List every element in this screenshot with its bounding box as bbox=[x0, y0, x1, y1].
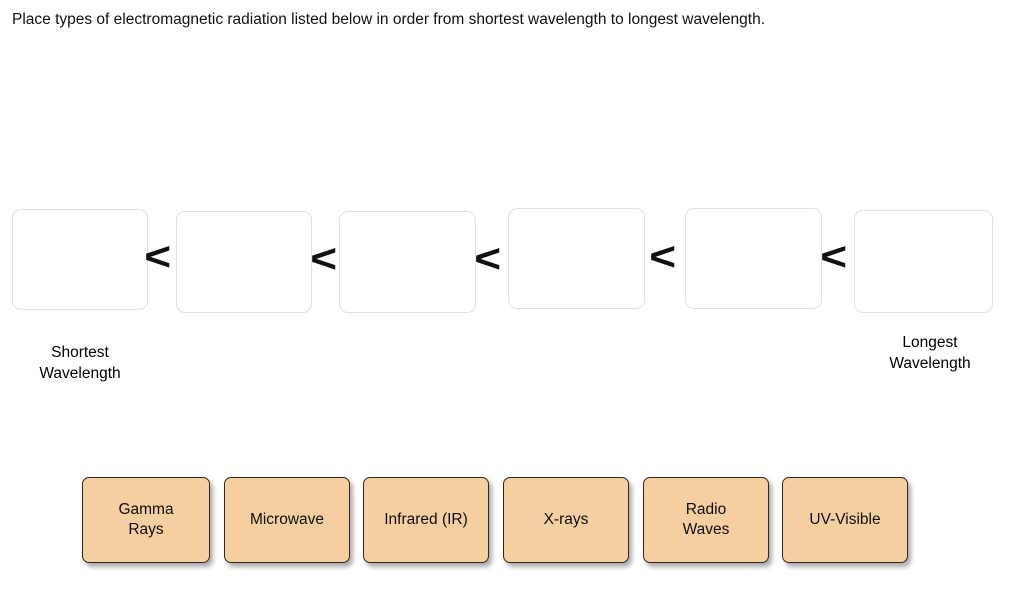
answer-tile-label-line1: Radio bbox=[685, 501, 727, 518]
answer-tile-label-line2: Rays bbox=[128, 521, 164, 538]
answer-tile-label: Microwave bbox=[250, 510, 324, 530]
answer-tile-label-line1: Gamma bbox=[118, 501, 174, 518]
answer-tile-label-line2: Waves bbox=[682, 521, 730, 538]
answer-tile-label: Gamma Rays bbox=[118, 500, 173, 540]
answer-tile-microwave[interactable]: Microwave bbox=[224, 477, 350, 563]
answer-tile-label: UV-Visible bbox=[809, 510, 880, 530]
answer-tile-x-rays[interactable]: X-rays bbox=[503, 477, 629, 563]
answer-tile-label-line1: Infrared (IR) bbox=[384, 511, 468, 528]
answer-tile-label-line1: UV-Visible bbox=[809, 511, 881, 528]
answer-tile-tray: Gamma Rays Microwave Infrared (IR) X-rays Rad… bbox=[0, 0, 1024, 604]
answer-tile-label: Infrared (IR) bbox=[384, 510, 468, 530]
answer-tile-gamma-rays[interactable]: Gamma Rays bbox=[82, 477, 210, 563]
answer-tile-label: X-rays bbox=[544, 510, 589, 530]
answer-tile-infrared[interactable]: Infrared (IR) bbox=[363, 477, 489, 563]
answer-tile-label-line1: Microwave bbox=[249, 511, 325, 528]
answer-tile-label-line1: X-rays bbox=[543, 511, 589, 528]
answer-tile-label: Radio Waves bbox=[683, 500, 730, 540]
answer-tile-radio-waves[interactable]: Radio Waves bbox=[643, 477, 769, 563]
answer-tile-uv-visible[interactable]: UV-Visible bbox=[782, 477, 908, 563]
